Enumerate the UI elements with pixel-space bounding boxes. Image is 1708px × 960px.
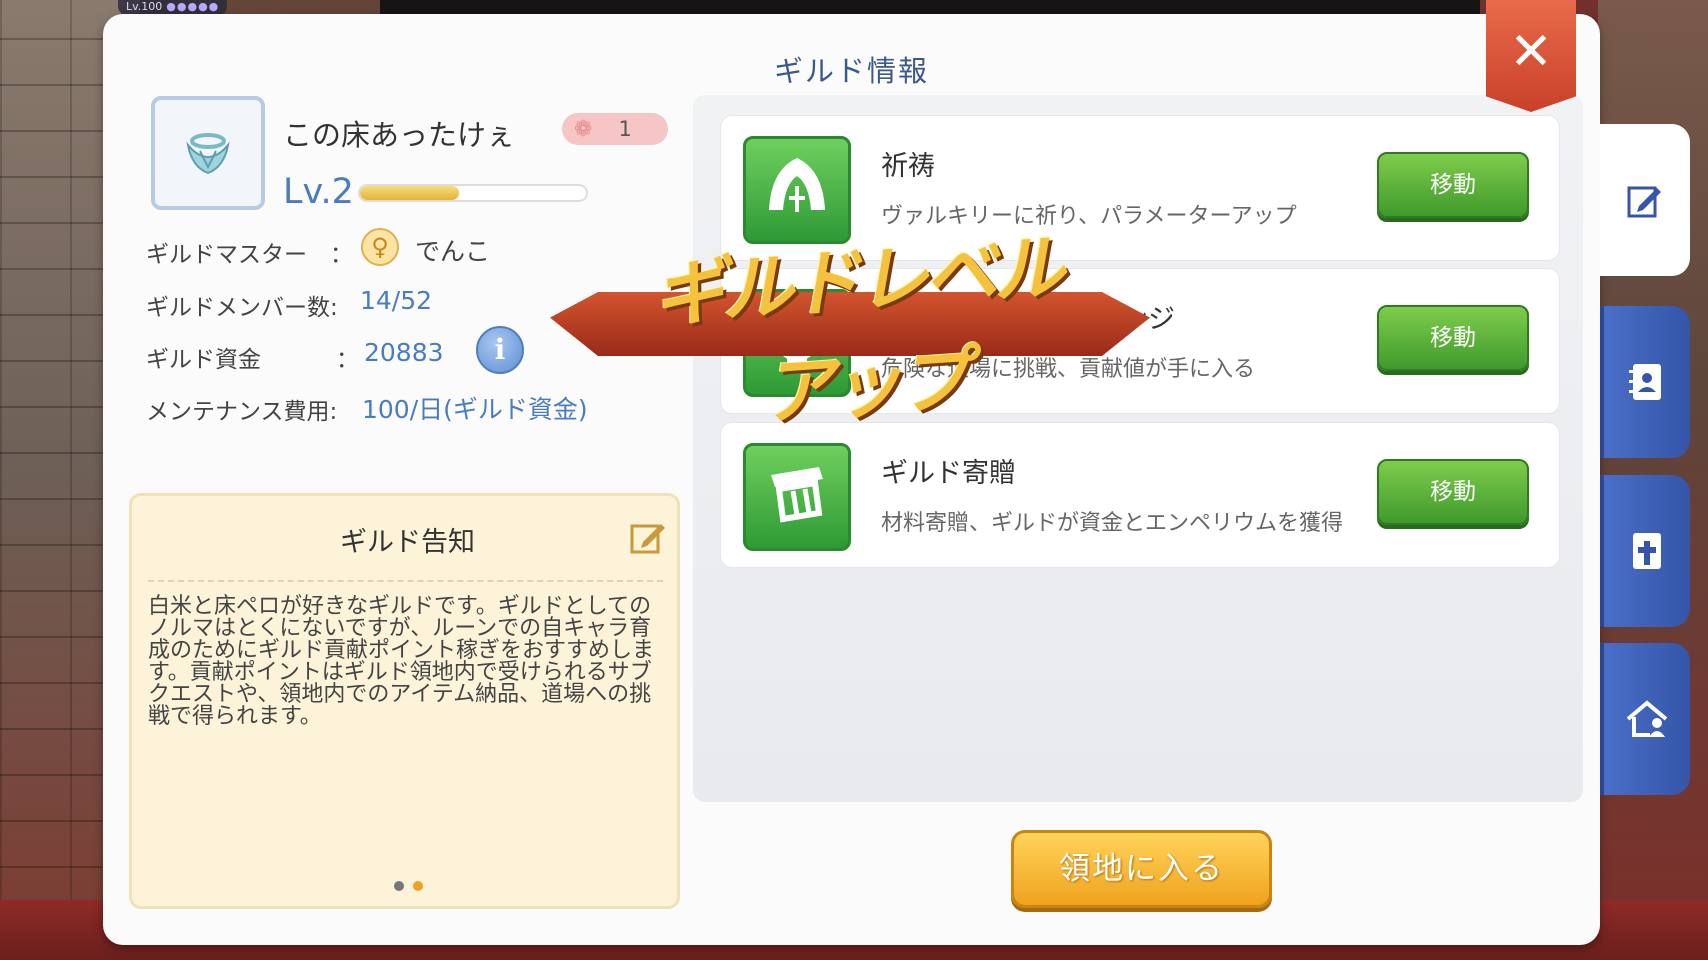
notice-edit-icon[interactable] bbox=[629, 518, 667, 556]
activity-title: 祈祷 bbox=[881, 151, 935, 182]
activity-desc: 材料寄贈、ギルドが資金とエンペリウムを獲得 bbox=[881, 511, 1344, 536]
guild-exp-fill bbox=[360, 186, 460, 200]
move-button[interactable]: 移動 bbox=[1377, 152, 1529, 218]
move-button[interactable]: 移動 bbox=[1377, 305, 1529, 371]
side-tab-territory[interactable] bbox=[1600, 643, 1690, 795]
funds-info-button[interactable]: i bbox=[476, 326, 524, 374]
guild-exp-bar bbox=[358, 184, 588, 202]
hud-level-dots: ●●●●● bbox=[166, 0, 220, 13]
side-tab-guild-info[interactable] bbox=[1600, 124, 1690, 276]
maintenance-value: 100/日(ギルド資金) bbox=[362, 395, 588, 424]
cross-book-icon bbox=[1633, 533, 1661, 569]
background-topbar bbox=[380, 0, 1480, 14]
maintenance-label: メンテナンス費用: bbox=[146, 399, 338, 425]
member-list-icon bbox=[1629, 364, 1661, 400]
master-label: ギルドマスター bbox=[146, 242, 307, 268]
master-colon: ： bbox=[330, 242, 353, 268]
guild-level: Lv.2 bbox=[283, 172, 354, 212]
guild-name: この床あったけぇ bbox=[283, 118, 516, 152]
notice-body: 白米と床ペロが好きなギルドです。ギルドとしてのノルマはとくにないですが、ルーンで… bbox=[148, 594, 655, 729]
guild-house-icon bbox=[1626, 700, 1668, 737]
funds-colon: ： bbox=[336, 347, 359, 373]
guild-rank-badge: ❁ 1 bbox=[562, 113, 668, 145]
funds-label: ギルド資金 bbox=[146, 347, 261, 373]
move-button[interactable]: 移動 bbox=[1377, 459, 1529, 525]
side-tab-guild-book[interactable] bbox=[1600, 475, 1690, 627]
donate-icon bbox=[743, 443, 851, 551]
info-icon: i bbox=[494, 333, 506, 366]
close-button[interactable]: ✕ bbox=[1486, 0, 1576, 112]
enter-territory-button[interactable]: 領地に入る bbox=[1011, 830, 1272, 908]
activity-title: ギルド寄贈 bbox=[881, 458, 1016, 489]
notice-title: ギルド告知 bbox=[340, 527, 475, 558]
side-tab-members[interactable] bbox=[1600, 306, 1690, 458]
activity-card-donate: ギルド寄贈 材料寄贈、ギルドが資金とエンペリウムを獲得 移動 bbox=[720, 422, 1560, 568]
master-name: でんこ bbox=[415, 237, 491, 266]
edit-icon bbox=[1627, 186, 1661, 218]
members-label: ギルドメンバー数: bbox=[146, 295, 338, 321]
close-icon: ✕ bbox=[1509, 22, 1553, 82]
level-up-banner-text: ギルドレベルアップ bbox=[650, 224, 1064, 435]
rank-icon: ❁ bbox=[574, 116, 593, 142]
guild-emblem[interactable] bbox=[151, 96, 265, 210]
notice-divider bbox=[148, 580, 663, 582]
page-dot[interactable] bbox=[394, 881, 404, 891]
guild-notice-box: ギルド告知 白米と床ペロが好きなギルドです。ギルドとしてのノルマはとくにないです… bbox=[129, 493, 680, 909]
hud-level-text: Lv.100 bbox=[126, 0, 163, 13]
guild-emblem-icon bbox=[186, 133, 230, 175]
page-dot-active[interactable] bbox=[413, 881, 423, 891]
members-value: 14/52 bbox=[360, 286, 433, 315]
panel-title: ギルド情報 bbox=[773, 54, 929, 88]
female-icon: ♀ bbox=[361, 228, 399, 266]
funds-value: 20883 bbox=[364, 338, 444, 367]
rank-value: 1 bbox=[618, 117, 632, 141]
